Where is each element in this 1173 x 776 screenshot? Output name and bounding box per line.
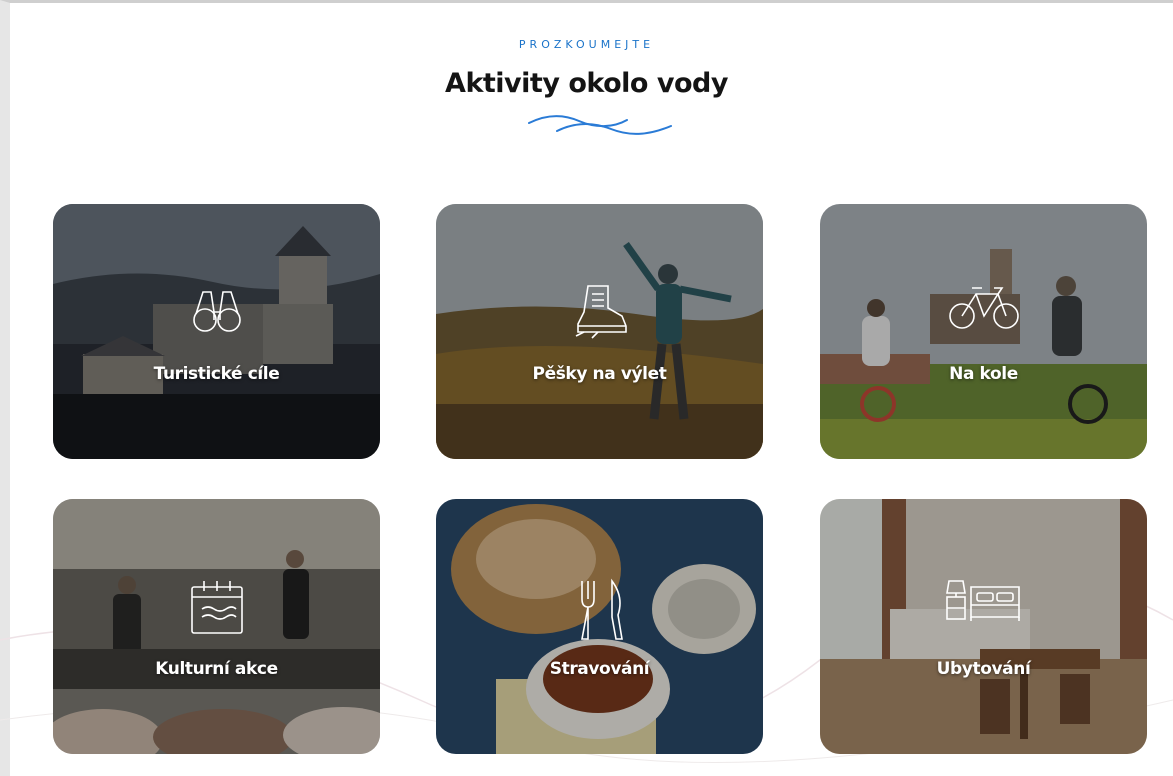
section-title: Aktivity okolo vody bbox=[445, 68, 728, 99]
card-ubytovani[interactable]: Ubytování bbox=[820, 499, 1147, 754]
binoculars-icon bbox=[192, 291, 241, 332]
fork-knife-icon bbox=[580, 578, 623, 640]
card-label: Turistické cíle bbox=[153, 364, 280, 384]
bed-nightstand-icon bbox=[945, 580, 1020, 621]
card-turisticke-cile[interactable]: Turistické cíle bbox=[53, 204, 380, 459]
card-label: Ubytování bbox=[936, 659, 1031, 679]
card-label: Kulturní akce bbox=[155, 659, 278, 679]
section-eyebrow: PROZKOUMEJTE bbox=[518, 38, 655, 51]
wave-divider-icon bbox=[528, 115, 672, 135]
card-kulturni-akce[interactable]: Kulturní akce bbox=[53, 499, 380, 754]
card-label: Na kole bbox=[949, 364, 1018, 384]
card-na-kole[interactable]: Na kole bbox=[820, 204, 1147, 459]
bicycle-icon bbox=[948, 287, 1019, 329]
card-stravovani[interactable]: Stravování bbox=[436, 499, 763, 754]
card-label: Stravování bbox=[549, 659, 650, 679]
calendar-icon bbox=[190, 581, 243, 634]
card-label: Pěšky na výlet bbox=[532, 364, 667, 384]
hiking-boot-icon bbox=[575, 285, 627, 339]
card-pesky-na-vylet[interactable]: Pěšky na výlet bbox=[436, 204, 763, 459]
